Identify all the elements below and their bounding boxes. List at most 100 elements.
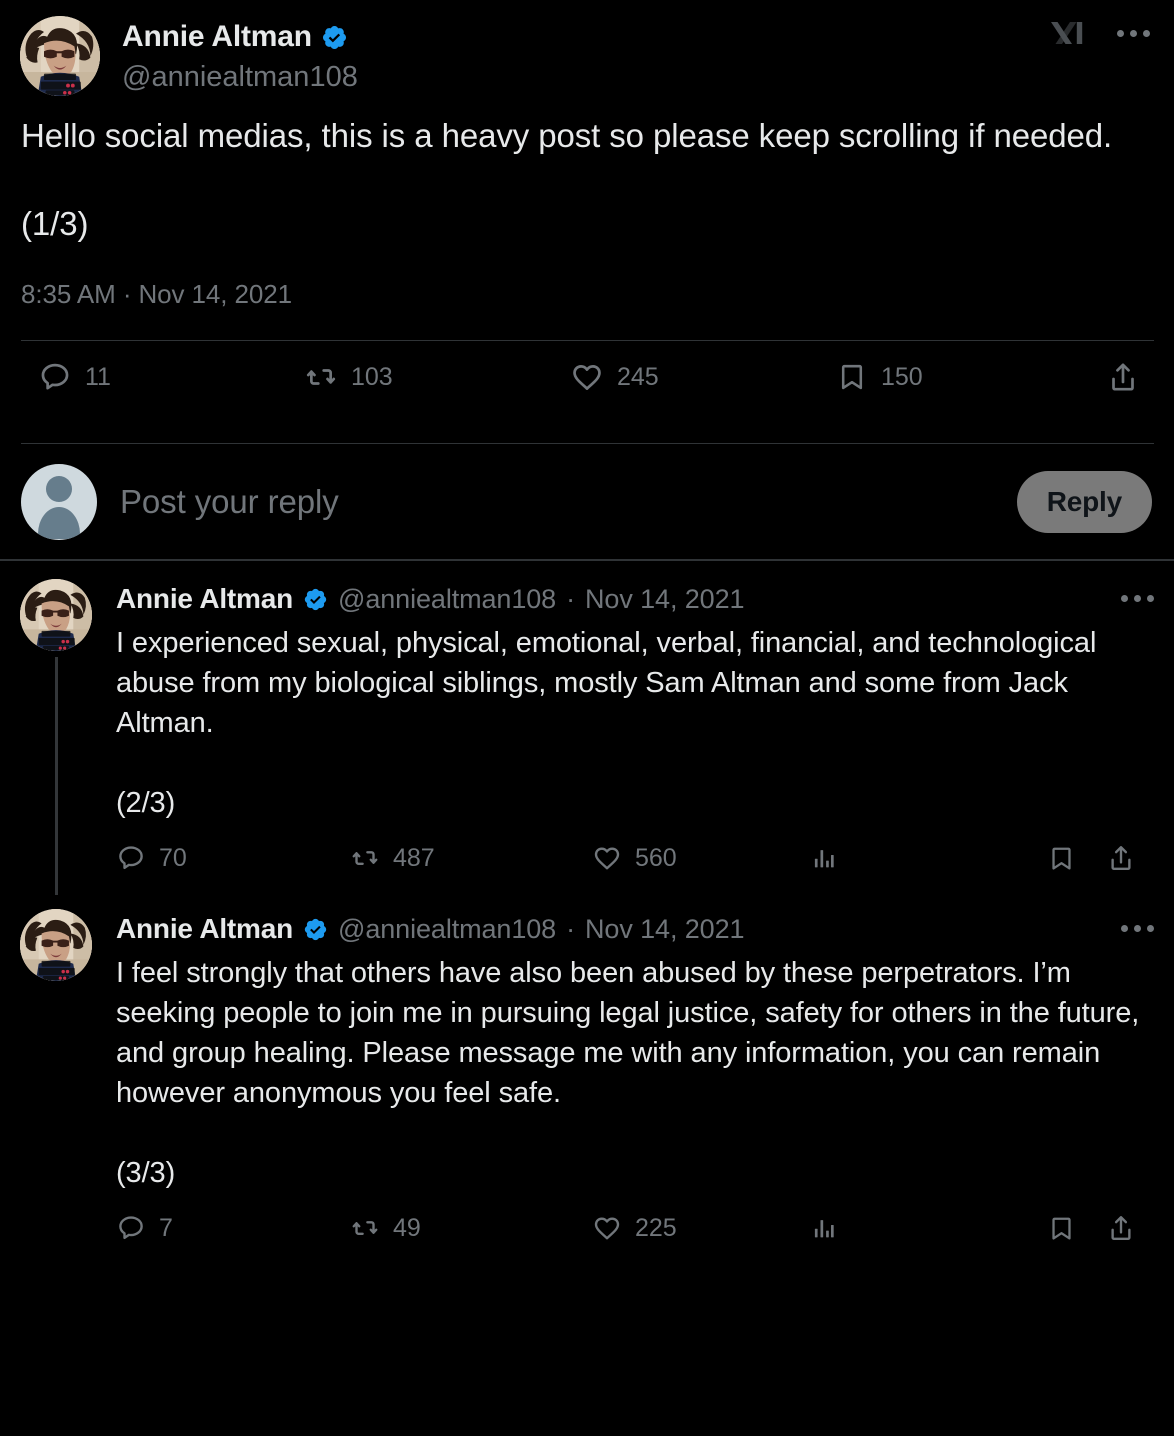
reply-action-bar: 70 487 560 (116, 825, 1154, 891)
user-handle[interactable]: @anniealtman108 (338, 914, 556, 945)
bookmark-button[interactable] (1047, 1214, 1076, 1243)
dot (1129, 29, 1137, 37)
retweet-icon (304, 360, 338, 394)
avatar-image (20, 909, 92, 981)
reply-header: Annie Altman @anniealtman108 · Nov 14, 2… (116, 579, 1154, 619)
retweet-icon (350, 843, 380, 873)
like-count: 225 (635, 1213, 677, 1242)
bookmark-button[interactable] (1047, 844, 1076, 873)
reply-post: Annie Altman @anniealtman108 · Nov 14, 2… (0, 561, 1174, 895)
reply-text: I feel strongly that others have also be… (116, 957, 1140, 1189)
retweet-button[interactable]: 49 (350, 1213, 592, 1243)
separator-dot: · (566, 583, 575, 614)
like-count: 245 (617, 362, 659, 391)
share-button[interactable] (1106, 1213, 1136, 1243)
separator-dot: · (566, 913, 575, 944)
display-name[interactable]: Annie Altman (116, 913, 293, 945)
dot (1121, 594, 1128, 602)
dot (1134, 594, 1141, 602)
reply-icon (38, 360, 72, 394)
share-button[interactable] (1106, 360, 1140, 394)
main-post-timestamp: 8:35 AM · Nov 14, 2021 (21, 279, 292, 309)
like-button[interactable]: 245 (570, 360, 836, 394)
analytics-icon (810, 1214, 838, 1242)
thread-connector-line (55, 657, 58, 895)
display-name[interactable]: Annie Altman (122, 20, 312, 55)
user-handle[interactable]: @anniealtman108 (338, 584, 556, 615)
more-options-icon[interactable] (1121, 583, 1154, 613)
more-options-icon[interactable] (1110, 16, 1156, 50)
reply-button[interactable]: 7 (116, 1213, 350, 1243)
reply-button[interactable]: 70 (116, 843, 350, 873)
bookmark-icon (836, 361, 868, 393)
reply-count: 70 (159, 843, 187, 872)
heart-icon (592, 1213, 622, 1243)
main-post-header-actions (1048, 16, 1156, 50)
like-count: 560 (635, 843, 677, 872)
main-post-header: Annie Altman @anniealtman108 (0, 0, 1174, 96)
share-icon (1106, 843, 1136, 873)
name-row: Annie Altman (122, 20, 358, 55)
bookmark-count: 150 (881, 362, 923, 391)
dot (1147, 924, 1154, 932)
analytics-button[interactable] (810, 844, 1020, 872)
reply-input[interactable]: Post your reply (120, 483, 1017, 521)
share-button[interactable] (1106, 843, 1136, 873)
reply-button[interactable]: 11 (38, 360, 304, 394)
verified-badge-icon (321, 24, 348, 51)
verified-badge-icon (303, 917, 328, 942)
dot (1116, 29, 1124, 37)
avatar-image (20, 16, 100, 96)
bookmark-icon (1047, 1214, 1076, 1243)
reply-action-bar: 7 49 225 (116, 1195, 1154, 1261)
reply-icon (116, 843, 146, 873)
avatar[interactable] (20, 579, 92, 651)
reply-count: 11 (85, 362, 111, 391)
reply-submit-button[interactable]: Reply (1016, 470, 1152, 533)
x-thread-screen: Annie Altman @anniealtman108 Hello socia… (0, 0, 1174, 1436)
like-button[interactable]: 225 (592, 1213, 810, 1243)
reply-post: Annie Altman @anniealtman108 · Nov 14, 2… (0, 891, 1174, 1261)
verified-badge-icon (303, 587, 328, 612)
main-post-identity: Annie Altman @anniealtman108 (122, 16, 358, 95)
post-date[interactable]: Nov 14, 2021 (585, 584, 745, 615)
retweet-icon (350, 1213, 380, 1243)
bookmark-icon (1047, 844, 1076, 873)
retweet-count: 487 (393, 843, 435, 872)
reply-icon (116, 1213, 146, 1243)
analytics-icon (810, 844, 838, 872)
share-icon (1106, 1213, 1136, 1243)
reply-content: Annie Altman @anniealtman108 · Nov 14, 2… (116, 579, 1154, 891)
user-handle[interactable]: @anniealtman108 (122, 59, 358, 95)
heart-icon (570, 360, 604, 394)
reply-content: Annie Altman @anniealtman108 · Nov 14, 2… (116, 909, 1154, 1261)
reply-composer: Post your reply Reply (0, 444, 1174, 559)
main-post-action-bar: 11 103 245 150 (0, 341, 1174, 413)
dot (1121, 924, 1128, 932)
bookmark-button[interactable]: 150 (836, 361, 1102, 393)
dot (1142, 29, 1150, 37)
retweet-button[interactable]: 487 (350, 843, 592, 873)
avatar-image (20, 579, 92, 651)
default-avatar-icon (21, 463, 97, 540)
display-name[interactable]: Annie Altman (116, 583, 293, 615)
reply-header: Annie Altman @anniealtman108 · Nov 14, 2… (116, 909, 1154, 949)
avatar[interactable] (20, 16, 100, 96)
share-icon (1106, 360, 1140, 394)
analytics-button[interactable] (810, 1214, 1020, 1242)
retweet-button[interactable]: 103 (304, 360, 570, 394)
more-options-icon[interactable] (1121, 913, 1154, 943)
main-post-text: Hello social medias, this is a heavy pos… (21, 117, 1113, 242)
xai-logo-icon[interactable] (1048, 16, 1088, 50)
reply-text: I experienced sexual, physical, emotiona… (116, 627, 1097, 819)
dot (1147, 594, 1154, 602)
dot (1134, 924, 1141, 932)
avatar[interactable] (20, 909, 92, 981)
like-button[interactable]: 560 (592, 843, 810, 873)
retweet-count: 103 (351, 362, 393, 391)
post-date[interactable]: Nov 14, 2021 (585, 914, 745, 945)
retweet-count: 49 (393, 1213, 421, 1242)
reply-count: 7 (159, 1213, 173, 1242)
thread-replies: Annie Altman @anniealtman108 · Nov 14, 2… (0, 561, 1174, 1261)
main-post: Annie Altman @anniealtman108 Hello socia… (0, 0, 1174, 444)
